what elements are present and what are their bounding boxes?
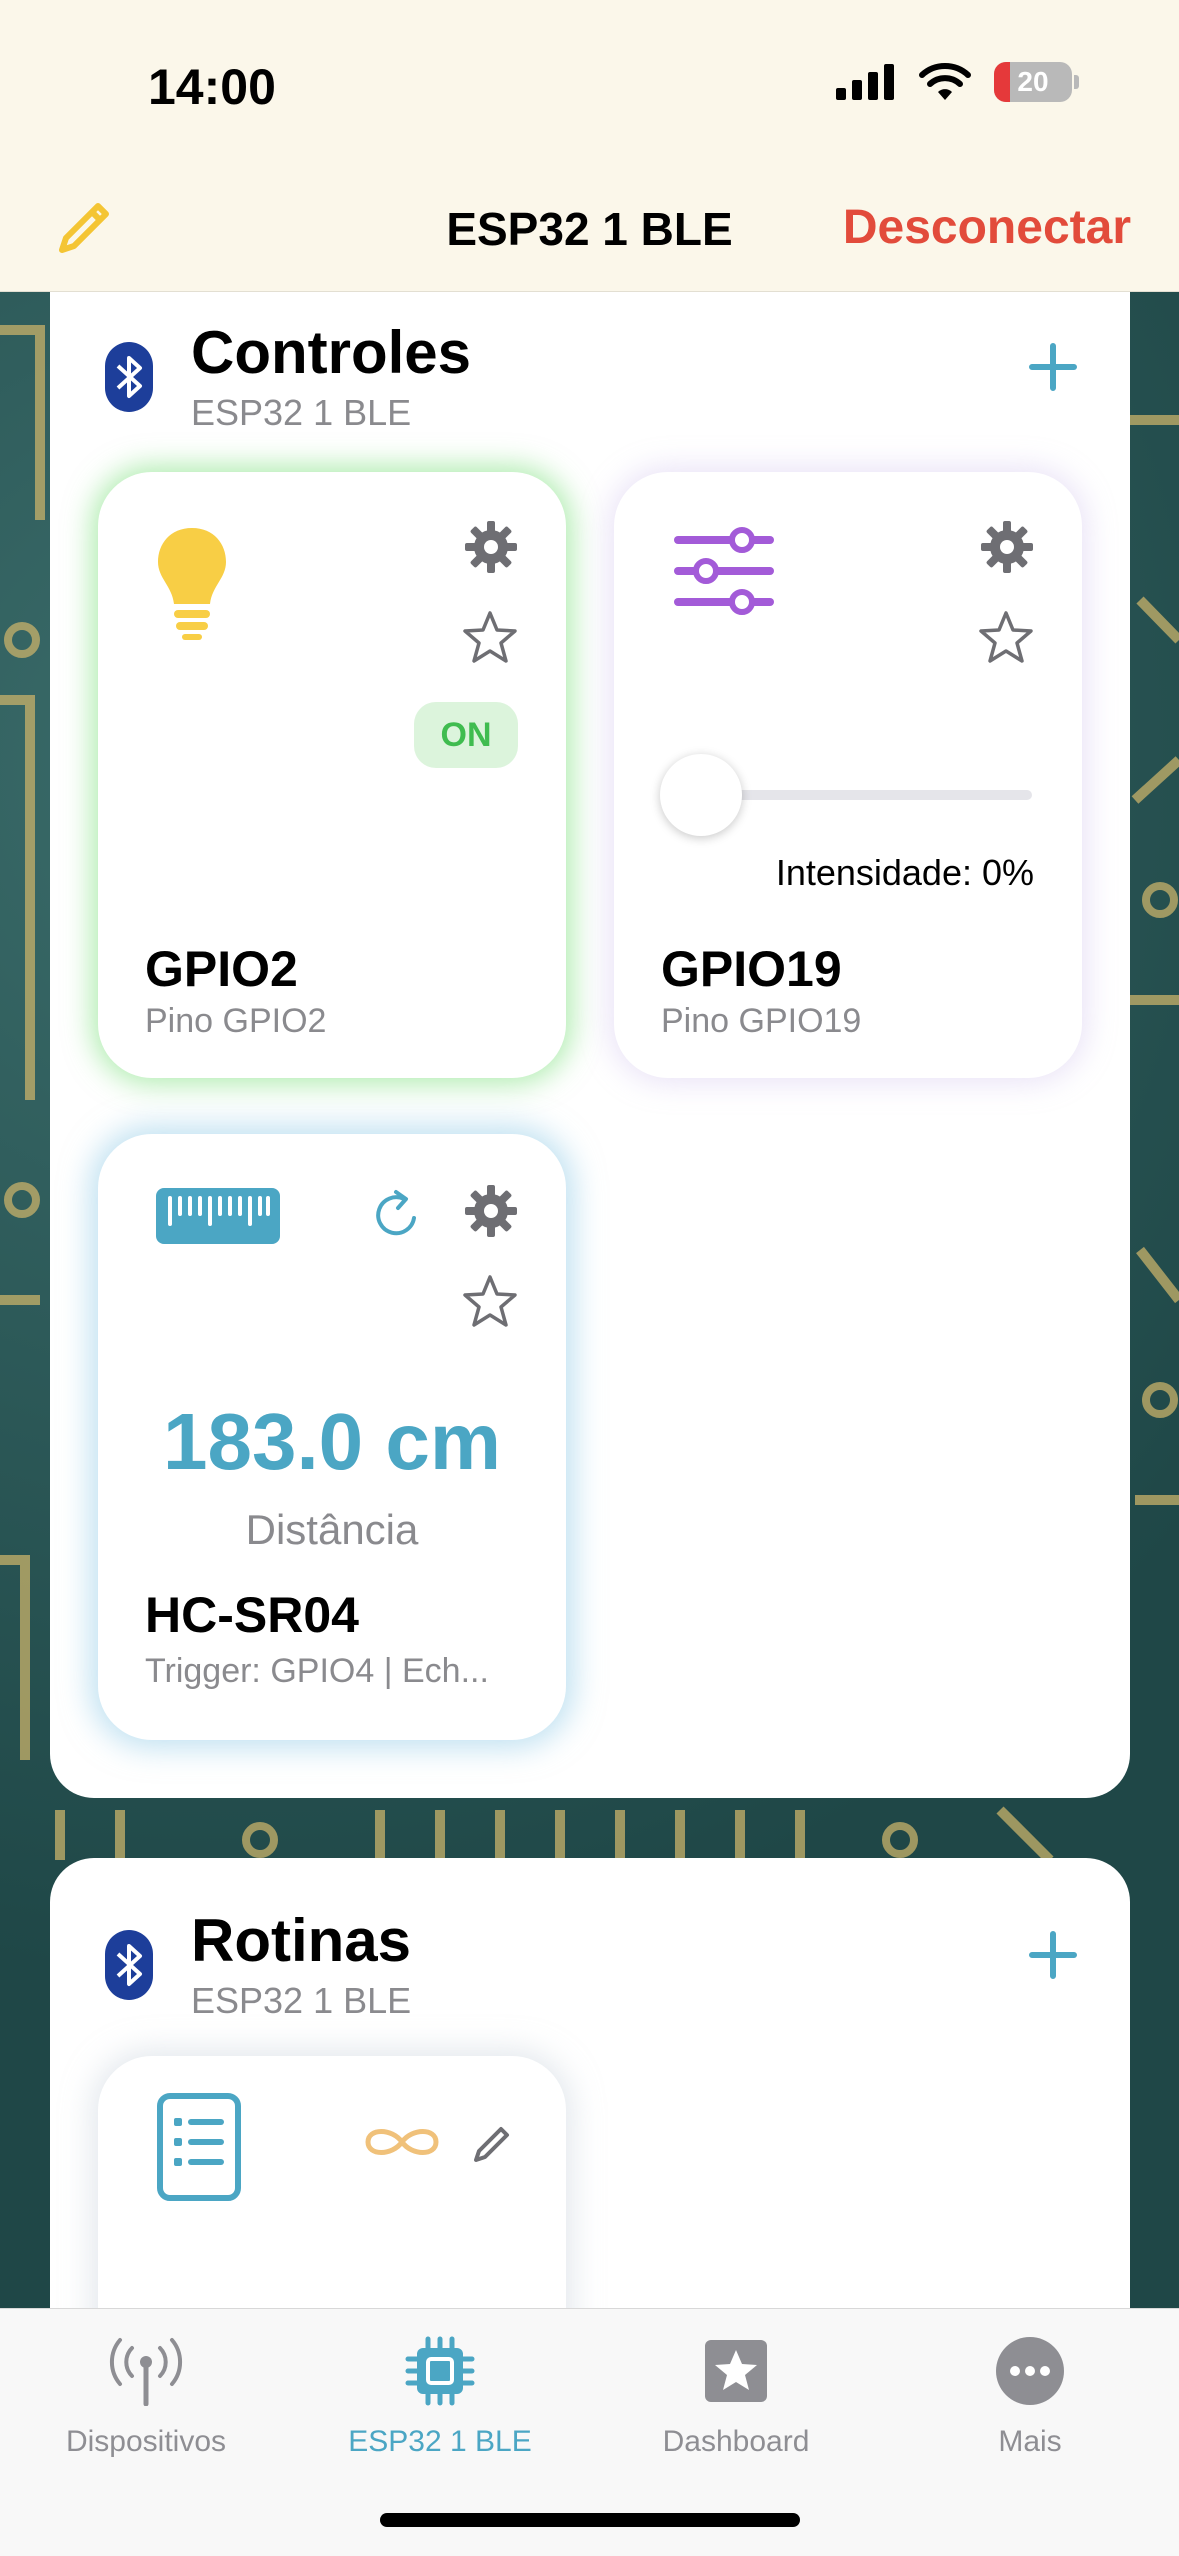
checklist-icon xyxy=(157,2093,241,2201)
star-outline-icon[interactable] xyxy=(978,610,1034,664)
wifi-icon xyxy=(919,63,971,100)
tab-dispositivos[interactable]: Dispositivos xyxy=(16,2331,276,2459)
tile-subtitle: Pino GPIO19 xyxy=(661,1002,862,1040)
star-square-icon xyxy=(705,2340,767,2402)
controls-title: Controles xyxy=(191,319,472,386)
star-outline-icon[interactable] xyxy=(462,610,518,664)
battery-indicator: 20 xyxy=(994,62,1072,102)
distance-value: 183.0 cm xyxy=(162,1397,502,1486)
top-bar: 14:00 20 ESP32 1 BLE Desconectar xyxy=(0,0,1179,292)
edit-pencil-icon[interactable] xyxy=(470,2122,514,2166)
tile-subtitle: Pino GPIO2 xyxy=(145,1002,327,1040)
control-tile-gpio2[interactable]: ON GPIO2 Pino GPIO2 xyxy=(98,472,566,1078)
status-time: 14:00 xyxy=(148,59,276,115)
gear-icon[interactable] xyxy=(464,520,518,574)
tile-name: HC-SR04 xyxy=(145,1587,359,1643)
tile-name: GPIO19 xyxy=(661,941,842,997)
disconnect-button[interactable]: Desconectar xyxy=(843,200,1131,255)
status-icons: 20 xyxy=(836,62,1079,102)
home-indicator xyxy=(380,2513,800,2527)
bluetooth-icon xyxy=(105,1930,153,2000)
tile-subtitle: Trigger: GPIO4 | Ech... xyxy=(145,1652,489,1690)
tab-esp32[interactable]: ESP32 1 BLE xyxy=(310,2331,570,2459)
gear-icon[interactable] xyxy=(464,1184,518,1238)
ruler-icon xyxy=(156,1188,280,1244)
routines-header: Rotinas ESP32 1 BLE xyxy=(105,1908,411,2022)
routines-subtitle: ESP32 1 BLE xyxy=(191,1980,412,2021)
tab-mais[interactable]: Mais xyxy=(900,2331,1160,2459)
control-tile-gpio19[interactable]: Intensidade: 0% GPIO19 Pino GPIO19 xyxy=(614,472,1082,1078)
tab-label: ESP32 1 BLE xyxy=(348,2425,532,2458)
tab-label: Dispositivos xyxy=(65,2425,227,2458)
controls-header: Controles ESP32 1 BLE xyxy=(105,320,471,434)
battery-tip xyxy=(1074,75,1079,89)
intensity-slider-thumb[interactable] xyxy=(660,754,742,836)
sliders-icon xyxy=(674,527,774,615)
signal-icon xyxy=(836,64,894,100)
lightbulb-icon xyxy=(158,528,226,640)
refresh-icon[interactable] xyxy=(370,1188,424,1242)
add-routine-icon[interactable] xyxy=(1026,1928,1080,1982)
tab-label: Mais xyxy=(998,2425,1062,2458)
tile-name: GPIO2 xyxy=(145,941,298,997)
control-tile-hc-sr04[interactable]: 183.0 cm Distância HC-SR04 Trigger: GPIO… xyxy=(98,1134,566,1740)
intensity-label: Intensidade: 0% xyxy=(775,852,1034,893)
star-outline-icon[interactable] xyxy=(462,1274,518,1328)
infinity-icon xyxy=(365,2129,439,2155)
add-control-icon[interactable] xyxy=(1026,340,1080,394)
tab-label: Dashboard xyxy=(662,2425,810,2458)
tab-dashboard[interactable]: Dashboard xyxy=(606,2331,866,2459)
controls-subtitle: ESP32 1 BLE xyxy=(191,392,412,433)
more-icon xyxy=(996,2337,1064,2405)
chip-icon xyxy=(405,2336,475,2406)
gear-icon[interactable] xyxy=(980,520,1034,574)
bluetooth-icon xyxy=(105,342,153,412)
controls-section: Controles ESP32 1 BLE ON GPIO2 Pino GPIO… xyxy=(50,270,1130,1798)
distance-label: Distância xyxy=(245,1506,419,1553)
routines-title: Rotinas xyxy=(191,1907,412,1974)
antenna-icon xyxy=(109,2338,183,2406)
state-badge-on: ON xyxy=(414,702,518,768)
battery-level: 20 xyxy=(1017,66,1049,97)
